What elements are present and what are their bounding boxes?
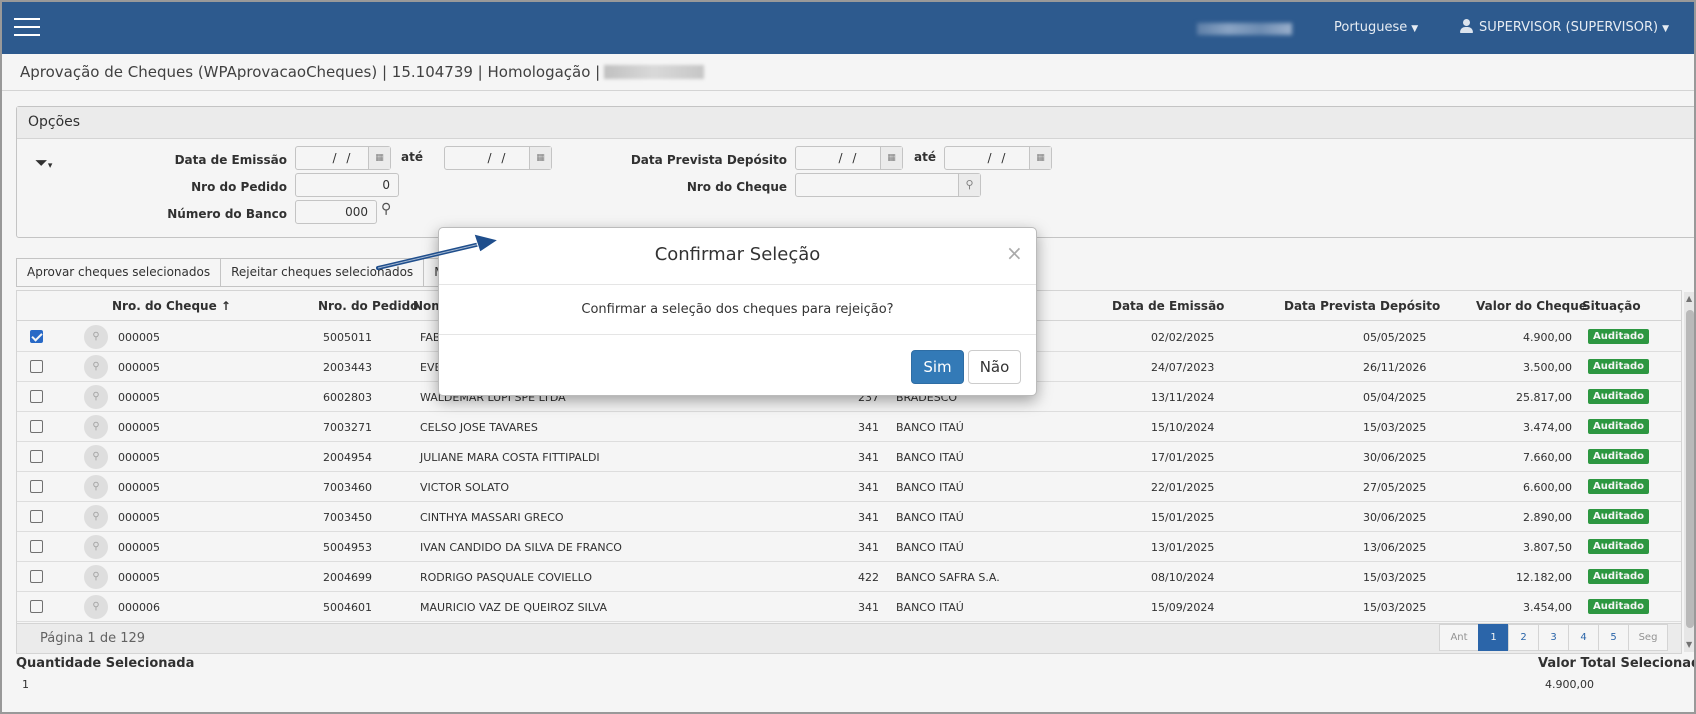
confirm-dialog: Confirmar Seleção × Confirmar a seleção …: [438, 227, 1037, 396]
user-menu[interactable]: SUPERVISOR (SUPERVISOR) ▼: [1460, 19, 1669, 35]
chevron-down-icon: ▼: [1662, 24, 1669, 34]
close-icon[interactable]: ×: [1006, 241, 1023, 265]
dialog-message: Confirmar a seleção dos cheques para rej…: [439, 285, 1036, 335]
dialog-footer: Sim Não: [439, 335, 1036, 395]
confirm-yes-button[interactable]: Sim: [911, 350, 964, 384]
dialog-title: Confirmar Seleção: [654, 244, 821, 265]
app-window: Portuguese ▼ SUPERVISOR (SUPERVISOR) ▼ Apr…: [0, 0, 1696, 714]
redacted-username: [1197, 23, 1292, 35]
language-label: Portuguese: [1334, 20, 1408, 35]
top-navbar: Portuguese ▼ SUPERVISOR (SUPERVISOR) ▼: [2, 2, 1694, 54]
chevron-down-icon: ▼: [1411, 24, 1419, 34]
confirm-no-button[interactable]: Não: [968, 350, 1021, 384]
user-icon: [1460, 19, 1473, 33]
hamburger-menu-icon[interactable]: [14, 18, 40, 38]
dialog-header: Confirmar Seleção ×: [439, 228, 1036, 285]
language-dropdown[interactable]: Portuguese ▼: [1334, 20, 1418, 35]
user-name: SUPERVISOR (SUPERVISOR): [1479, 20, 1659, 35]
